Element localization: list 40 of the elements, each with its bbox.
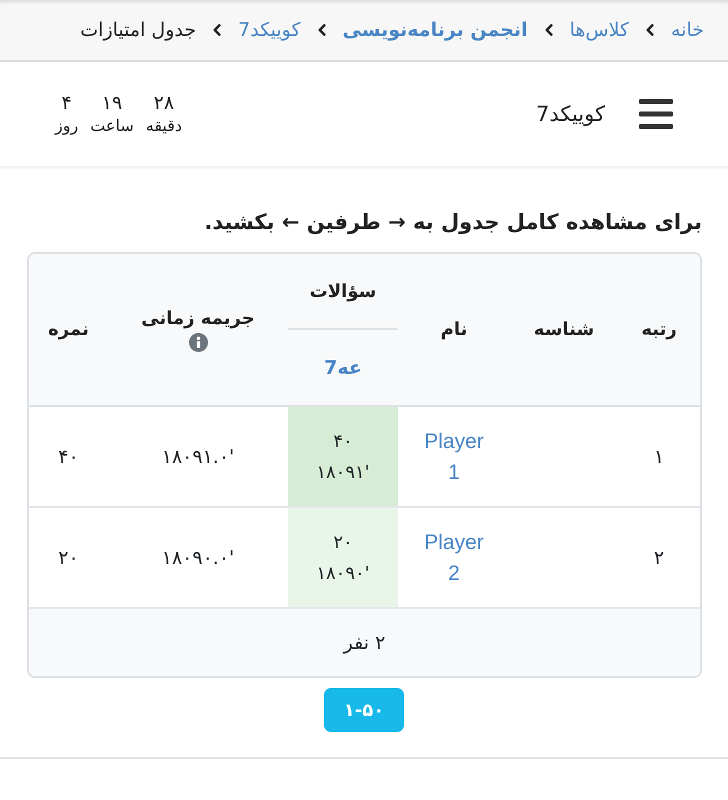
score-value: ۴۰: [58, 446, 79, 468]
contest-title: کوییکد7: [536, 102, 605, 126]
score-value: ۲۰: [58, 546, 79, 568]
breadcrumb-link[interactable]: انجمن برنامه‌نویسی: [342, 18, 528, 42]
column-header: نام: [440, 319, 468, 340]
problem-score: ۲۰: [332, 530, 354, 554]
player-link[interactable]: Player 2: [424, 526, 484, 588]
column-header: جریمه زمانی: [141, 308, 255, 328]
countdown-unit: ساعت: [90, 116, 134, 136]
player-link[interactable]: Player 1: [424, 426, 484, 488]
chevron-left-icon: [646, 24, 654, 36]
breadcrumb-link[interactable]: کوییکد7: [238, 18, 301, 42]
chevron-left-icon: [213, 24, 222, 36]
participant-count: ۲ نفر: [344, 632, 386, 654]
penalty-value: ۱۸۰۹۰.۰': [162, 546, 234, 568]
penalty-value: ۱۸۰۹۱.۰': [162, 446, 234, 468]
problem-time: ۱۸۰۹۰': [315, 562, 371, 586]
problem-score: ۴۰: [332, 430, 354, 454]
rank-number: ۲: [654, 546, 664, 568]
countdown-value: ۱۹: [102, 92, 122, 114]
problem-time: ۱۸۰۹۱': [315, 460, 371, 484]
page-button[interactable]: ۱-۵۰: [324, 688, 404, 732]
info-icon[interactable]: [188, 332, 208, 352]
rank-number: ۱: [654, 446, 664, 468]
countdown-value: ۴: [61, 92, 72, 114]
column-header: شناسه: [534, 319, 594, 340]
problem-link[interactable]: عه7: [324, 356, 362, 378]
countdown-value: ۲۸: [154, 92, 174, 114]
column-header: سؤالات: [310, 280, 376, 302]
scroll-hint: برای مشاهده کامل جدول به → طرفین ← بکشید.: [203, 209, 702, 236]
breadcrumb-link[interactable]: کلاس‌ها: [570, 18, 629, 42]
countdown-unit: دقیقه: [146, 116, 182, 136]
breadcrumb-link[interactable]: خانه: [670, 18, 704, 42]
chevron-left-icon: [544, 24, 553, 36]
countdown-unit: روز: [55, 116, 78, 136]
column-header: نمره: [48, 319, 89, 340]
column-header: رتبه: [641, 319, 677, 340]
chevron-left-icon: [318, 24, 326, 36]
menu-icon[interactable]: [639, 99, 673, 129]
breadcrumb-current: جدول امتیازات: [80, 18, 196, 42]
